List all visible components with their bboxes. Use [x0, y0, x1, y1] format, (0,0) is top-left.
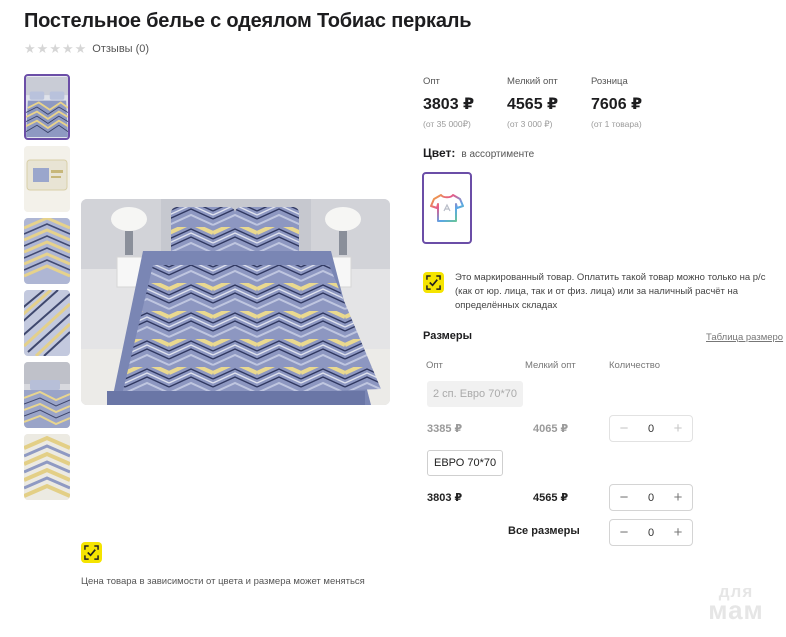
size-opt-price: 3803 ₽: [427, 492, 463, 504]
rating-stars[interactable]: ★ ★ ★ ★ ★: [24, 42, 86, 55]
quantity-stepper: − 0 +: [609, 415, 693, 442]
color-row: Цвет: в ассортименте: [423, 146, 534, 160]
minus-icon[interactable]: −: [618, 525, 630, 540]
bedroom-photo-icon: [24, 362, 70, 428]
quantity-value[interactable]: 0: [648, 527, 654, 539]
price-value: 7606 ₽: [591, 96, 643, 113]
star-icon: ★: [24, 41, 36, 56]
thumbnail-2[interactable]: [24, 146, 70, 212]
thumbnail-5[interactable]: [24, 362, 70, 428]
bedding-photo-icon: [26, 76, 68, 138]
price-opt: Опт 3803 ₽ (от 35 000₽): [423, 76, 507, 130]
price-small-opt: Мелкий опт 4565 ₽ (от 3 000 ₽): [507, 76, 591, 130]
main-product-image[interactable]: [81, 199, 390, 405]
column-header-opt: Опт: [426, 360, 443, 371]
price-value: 4565 ₽: [507, 96, 559, 113]
price-sub: (от 3 000 ₽): [507, 119, 553, 129]
price-label: Опт: [423, 76, 440, 87]
color-swatch-assorted[interactable]: [422, 172, 472, 244]
thumbnail-4[interactable]: [24, 290, 70, 356]
watermark-bottom: мам: [708, 595, 764, 626]
star-icon: ★: [49, 41, 61, 56]
price-retail: Розница 7606 ₽ (от 1 товара): [591, 76, 675, 130]
price-label: Розница: [591, 76, 628, 87]
price-note: Цена товара в зависимости от цвета и раз…: [81, 576, 365, 587]
star-icon: ★: [74, 41, 87, 56]
star-icon: ★: [61, 41, 74, 56]
all-sizes-stepper[interactable]: − 0 +: [609, 519, 693, 546]
bedroom-bedding-image: [81, 199, 390, 405]
star-icon: ★: [36, 41, 49, 56]
package-photo-icon: [24, 146, 70, 212]
product-title: Постельное белье с одеялом Тобиас перкал…: [24, 10, 472, 32]
color-value: в ассортименте: [461, 149, 535, 160]
price-block: Опт 3803 ₽ (от 35 000₽) Мелкий опт 4565 …: [423, 76, 675, 130]
tshirt-icon: [430, 194, 464, 222]
size-opt-price: 3385 ₽: [427, 423, 463, 435]
column-header-quantity: Количество: [609, 360, 661, 371]
all-sizes-label: Все размеры: [508, 525, 580, 537]
marking-icon: [423, 272, 444, 293]
size-table-link[interactable]: Таблица размеро: [706, 332, 783, 343]
fabric-closeup-icon: [24, 290, 70, 356]
price-sub: (от 35 000₽): [423, 119, 471, 129]
quantity-stepper[interactable]: − 0 +: [609, 484, 693, 511]
quantity-value[interactable]: 0: [648, 492, 654, 504]
quantity-value: 0: [647, 422, 655, 435]
watermark-logo: для мам: [700, 583, 772, 626]
marking-notice: Это маркированный товар. Оплатить такой …: [455, 272, 766, 311]
plus-icon: +: [673, 420, 683, 437]
thumbnail-1[interactable]: [24, 74, 70, 140]
sizes-title: Размеры: [423, 330, 473, 342]
color-label: Цвет:: [423, 146, 456, 160]
fabric-photo-icon: [24, 218, 70, 284]
column-header-small-opt: Мелкий опт: [525, 360, 576, 371]
minus-icon[interactable]: −: [618, 490, 630, 505]
thumbnail-3[interactable]: [24, 218, 70, 284]
price-sub: (от 1 товара): [591, 119, 642, 129]
plus-icon[interactable]: +: [672, 525, 684, 540]
size-option-euro[interactable]: ЕВРО 70*70: [427, 450, 504, 476]
size-option-2sp-euro: 2 сп. Евро 70*70: [427, 381, 523, 407]
plus-icon[interactable]: +: [672, 490, 684, 505]
marking-icon: [81, 542, 102, 563]
price-value: 3803 ₽: [423, 96, 475, 113]
price-label: Мелкий опт: [507, 76, 558, 87]
thumbnail-6[interactable]: [24, 434, 70, 500]
size-small-opt-price: 4565 ₽: [533, 492, 569, 504]
pattern-photo-icon: [24, 434, 70, 500]
minus-icon: −: [619, 420, 629, 437]
size-small-opt-price: 4065 ₽: [533, 423, 569, 435]
rating-row: ★ ★ ★ ★ ★ Отзывы (0): [24, 42, 149, 55]
reviews-link[interactable]: Отзывы (0): [92, 43, 149, 55]
